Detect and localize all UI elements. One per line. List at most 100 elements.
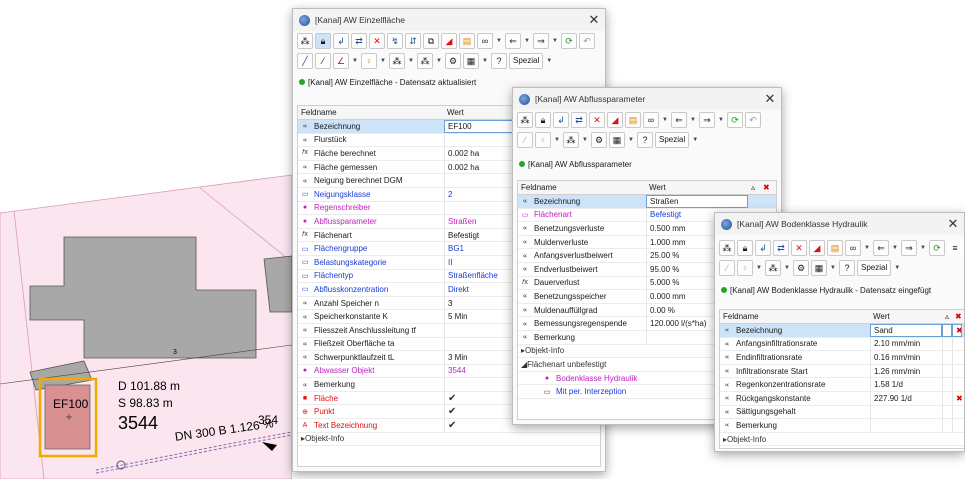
- chevron-down-icon[interactable]: ▼: [407, 53, 415, 69]
- swap-icon[interactable]: ⇄: [571, 112, 587, 128]
- field-name-cell[interactable]: ∝ Schwerpunktlaufzeit tL: [298, 353, 444, 362]
- chevron-down-icon[interactable]: ▼: [893, 260, 901, 276]
- binoculars-icon[interactable]: ∞: [477, 33, 493, 49]
- field-name-cell[interactable]: ▭ Neigungsklasse: [298, 190, 444, 199]
- pick-icon[interactable]: ⁂: [517, 112, 533, 128]
- chevron-down-icon[interactable]: ▼: [691, 132, 699, 148]
- chevron-down-icon[interactable]: ▼: [495, 33, 503, 49]
- network-icon[interactable]: ⁂: [765, 260, 781, 276]
- chevron-down-icon[interactable]: ▼: [553, 132, 561, 148]
- field-name-cell[interactable]: ■ Fläche: [298, 394, 444, 403]
- delete-icon[interactable]: ✕: [791, 240, 807, 256]
- field-name-cell[interactable]: ∝ Anfangsinfiltrationsrate: [720, 339, 870, 348]
- field-name-cell[interactable]: ∝ Flurstück: [298, 135, 444, 144]
- help-icon[interactable]: ?: [491, 53, 507, 69]
- swap-icon[interactable]: ⇄: [773, 240, 789, 256]
- field-name-cell[interactable]: ▭ Flächengruppe: [298, 244, 444, 253]
- pick-icon[interactable]: ⁂: [297, 33, 313, 49]
- field-name-cell[interactable]: ∝ Bemerkung: [518, 333, 646, 342]
- refresh-icon[interactable]: ⟳: [561, 33, 577, 49]
- lock-icon[interactable]: 🔒︎: [315, 33, 331, 49]
- field-value[interactable]: 1.26 mm/min: [870, 364, 942, 378]
- table-row[interactable]: ∝ Infiltrationsrate Start 1.26 mm/min: [720, 364, 964, 379]
- field-name-cell[interactable]: 𝑓x Fläche berechnet: [298, 149, 444, 158]
- lock-icon[interactable]: 🔒︎: [535, 112, 551, 128]
- field-value[interactable]: 227.90 1/d: [870, 391, 942, 405]
- eraser-icon[interactable]: ◢: [809, 240, 825, 256]
- undo-arrow-icon[interactable]: ↲: [755, 240, 771, 256]
- field-name-cell[interactable]: ▭ Belastungskategorie: [298, 258, 444, 267]
- field-name-cell[interactable]: ● Abflussparameter: [298, 217, 444, 226]
- label-icon[interactable]: ⁄: [719, 260, 735, 276]
- dialog-titlebar[interactable]: [Kanal] AW Abflussparameter ✕: [513, 88, 781, 110]
- lock-icon[interactable]: 🔒︎: [737, 240, 753, 256]
- table-row[interactable]: ∝ Rückgangskonstante 227.90 1/d ✖: [720, 391, 964, 406]
- field-value[interactable]: [870, 419, 942, 432]
- field-name-cell[interactable]: ∝ Fliesszeit Anschlussleitung tf: [298, 326, 444, 335]
- group-objekt-info[interactable]: ▸ Objekt-Info: [720, 433, 964, 447]
- field-name-cell[interactable]: ▭ Flächenart: [518, 210, 646, 219]
- chevron-down-icon[interactable]: ▼: [545, 53, 553, 69]
- chevron-down-icon[interactable]: ▼: [919, 240, 927, 256]
- eraser-icon[interactable]: ◢: [607, 112, 623, 128]
- forward-icon[interactable]: ⇒: [901, 240, 917, 256]
- network-alt-icon[interactable]: ⁂: [417, 53, 433, 69]
- spezial-dropdown[interactable]: Spezial: [655, 132, 690, 148]
- field-name-cell[interactable]: ∝ Rückgangskonstante: [720, 394, 870, 403]
- field-name-cell[interactable]: ∝ Bezeichnung: [518, 197, 646, 206]
- field-name-cell[interactable]: ∝ Bemerkung: [720, 421, 870, 430]
- delete-column-icon[interactable]: ✖: [952, 312, 962, 321]
- field-name-cell[interactable]: ∝ Benetzungsverluste: [518, 224, 646, 233]
- help-icon[interactable]: ?: [637, 132, 653, 148]
- undo-arrow-icon[interactable]: ↲: [333, 33, 349, 49]
- field-name-cell[interactable]: ● Regenschreiber: [298, 203, 444, 212]
- eraser-icon[interactable]: ◢: [441, 33, 457, 49]
- field-name-cell[interactable]: ∝ Regenkonzentrationsrate: [720, 380, 870, 389]
- group-objekt-info[interactable]: ▸ Objekt-Info: [298, 433, 600, 447]
- sort-icon[interactable]: ▵: [748, 183, 760, 192]
- refresh-icon[interactable]: ⟳: [727, 112, 743, 128]
- field-name-cell[interactable]: ⊕ Punkt: [298, 407, 444, 416]
- delete-icon[interactable]: ✕: [369, 33, 385, 49]
- network-icon[interactable]: ⁂: [563, 132, 579, 148]
- chevron-down-icon[interactable]: ▼: [829, 260, 837, 276]
- field-name-cell[interactable]: ∝ Anzahl Speicher n: [298, 299, 444, 308]
- spezial-dropdown[interactable]: Spezial: [509, 53, 544, 69]
- field-name-cell[interactable]: ∝ Sättigungsgehalt: [720, 407, 870, 416]
- chevron-down-icon[interactable]: ▼: [717, 112, 725, 128]
- redo-icon[interactable]: ↶: [579, 33, 595, 49]
- redo-icon[interactable]: ↶: [745, 112, 761, 128]
- refresh-icon[interactable]: ⟳: [929, 240, 945, 256]
- report-icon[interactable]: ▤: [459, 33, 475, 49]
- field-name-cell[interactable]: ∝ Fließzeit Oberfläche ta: [298, 339, 444, 348]
- sort-icon[interactable]: ▵: [942, 312, 952, 321]
- table-row[interactable]: ∝ Bezeichnung Sand ✖: [720, 324, 964, 338]
- chevron-down-icon[interactable]: ▼: [863, 240, 871, 256]
- report-icon[interactable]: ▤: [827, 240, 843, 256]
- close-icon[interactable]: ✕: [759, 91, 781, 107]
- delete-icon[interactable]: ✕: [589, 112, 605, 128]
- chevron-down-icon[interactable]: ▼: [435, 53, 443, 69]
- chevron-down-icon[interactable]: ▼: [891, 240, 899, 256]
- settings-icon[interactable]: ⚙: [591, 132, 607, 148]
- chevron-down-icon[interactable]: ▼: [481, 53, 489, 69]
- table-row[interactable]: ∝ Regenkonzentrationsrate 1.58 1/d: [720, 378, 964, 392]
- field-value[interactable]: 2.10 mm/min: [870, 337, 942, 351]
- marker-icon[interactable]: ♀: [535, 132, 551, 148]
- table-row[interactable]: ∝ Anfangsinfiltrationsrate 2.10 mm/min: [720, 337, 964, 352]
- chevron-down-icon[interactable]: ▼: [351, 53, 359, 69]
- spezial-dropdown[interactable]: Spezial: [857, 260, 892, 276]
- field-name-cell[interactable]: ● Abwasser Objekt: [298, 366, 444, 375]
- field-name-cell[interactable]: 𝑓x Dauerverlust: [518, 278, 646, 287]
- table-row[interactable]: ∝ Bezeichnung Straßen: [518, 195, 776, 209]
- field-value[interactable]: [870, 405, 942, 419]
- network-icon[interactable]: ⁂: [389, 53, 405, 69]
- forward-icon[interactable]: ⇒: [699, 112, 715, 128]
- pick-icon[interactable]: ⁂: [719, 240, 735, 256]
- field-name-cell[interactable]: ∝ Fläche gemessen: [298, 163, 444, 172]
- help-icon[interactable]: ?: [839, 260, 855, 276]
- report-icon[interactable]: ▤: [625, 112, 641, 128]
- field-name-cell[interactable]: ∝ Muldenverluste: [518, 238, 646, 247]
- dialog-titlebar[interactable]: [Kanal] AW Einzelfläche ✕: [293, 9, 605, 31]
- chevron-down-icon[interactable]: ▼: [551, 33, 559, 49]
